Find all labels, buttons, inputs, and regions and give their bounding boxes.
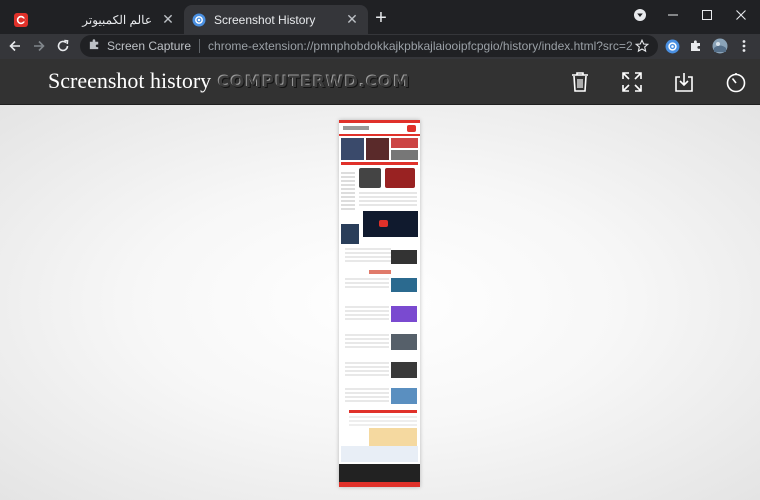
thumb-sidebar-text bbox=[341, 172, 355, 212]
thumb-article-text bbox=[345, 334, 389, 348]
thumb-article-image bbox=[391, 306, 417, 322]
thumb-youtube-logo bbox=[379, 220, 388, 227]
address-bar[interactable]: Screen Capture chrome-extension://pmnpho… bbox=[80, 35, 658, 57]
thumb-footer-bar bbox=[339, 482, 420, 487]
screenshot-stage bbox=[0, 105, 760, 500]
chrome-menu-icon[interactable] bbox=[734, 36, 754, 56]
url-origin-chip: Screen Capture bbox=[107, 39, 192, 53]
site-watermark: COMPUTERWD.COM bbox=[218, 72, 411, 91]
profile-menu-icon[interactable] bbox=[623, 0, 657, 30]
thumb-article-image bbox=[391, 278, 417, 292]
thumb-nav bbox=[343, 126, 369, 130]
thumb-hero-image bbox=[391, 138, 418, 148]
profile-avatar-icon[interactable] bbox=[710, 36, 730, 56]
thumb-menu-bar bbox=[339, 134, 420, 136]
thumb-article-text bbox=[345, 278, 389, 290]
thumb-article-text bbox=[345, 248, 391, 262]
tab-strip: عالم الكمبيوتر ✕ Screenshot History ✕ + bbox=[0, 0, 760, 34]
delete-icon[interactable] bbox=[566, 68, 594, 96]
thumb-article-image bbox=[391, 362, 417, 378]
thumb-product-image bbox=[385, 168, 415, 188]
screen-capture-extension-icon[interactable] bbox=[662, 36, 682, 56]
thumb-product-image bbox=[359, 168, 381, 188]
browser-toolbar: Screen Capture chrome-extension://pmnpho… bbox=[0, 34, 760, 59]
tab-title: عالم الكمبيوتر bbox=[82, 12, 152, 27]
back-button[interactable] bbox=[4, 35, 26, 57]
extensions-puzzle-icon[interactable] bbox=[686, 36, 706, 56]
forward-button[interactable] bbox=[28, 35, 50, 57]
timer-icon[interactable] bbox=[722, 68, 750, 96]
thumb-article-text bbox=[345, 388, 389, 402]
close-icon[interactable] bbox=[724, 0, 758, 30]
thumb-youtube-banner bbox=[363, 211, 418, 237]
extension-puzzle-icon bbox=[88, 38, 101, 54]
thumb-hero-image bbox=[366, 138, 389, 160]
fullscreen-icon[interactable] bbox=[618, 68, 646, 96]
thumb-widget bbox=[341, 446, 418, 462]
tab-screenshot-history[interactable]: Screenshot History ✕ bbox=[184, 5, 368, 34]
thumb-topbar bbox=[339, 120, 420, 123]
maximize-icon[interactable] bbox=[690, 0, 724, 30]
app-header: Screenshot history COMPUTERWD.COM bbox=[0, 59, 760, 105]
thumb-article-title bbox=[369, 270, 391, 274]
thumb-section-bar bbox=[341, 162, 418, 165]
thumb-logo bbox=[407, 125, 416, 132]
reload-button[interactable] bbox=[52, 35, 74, 57]
thumb-article-image bbox=[391, 334, 417, 350]
tab-computerwd[interactable]: عالم الكمبيوتر ✕ bbox=[6, 5, 184, 34]
thumb-article-text bbox=[345, 306, 389, 320]
screenshot-thumbnail[interactable] bbox=[339, 120, 420, 487]
thumb-article-image bbox=[391, 388, 417, 404]
download-icon[interactable] bbox=[670, 68, 698, 96]
close-tab-icon[interactable]: ✕ bbox=[344, 11, 360, 28]
thumb-article-text bbox=[345, 362, 389, 376]
minimize-icon[interactable] bbox=[656, 0, 690, 30]
thumb-hero-image bbox=[391, 150, 418, 160]
computerwd-favicon bbox=[14, 12, 28, 27]
new-tab-button[interactable]: + bbox=[371, 8, 391, 29]
thumb-hero-image bbox=[341, 138, 364, 160]
page-title: Screenshot history bbox=[48, 68, 212, 93]
bookmark-star-icon[interactable] bbox=[632, 39, 652, 53]
tab-title: Screenshot History bbox=[214, 12, 316, 27]
thumb-article-image bbox=[391, 250, 417, 264]
thumb-side-image bbox=[341, 224, 359, 244]
thumb-footer bbox=[339, 464, 420, 482]
url-text[interactable]: chrome-extension://pmnphobdokkajkpbkajla… bbox=[200, 39, 632, 53]
thumb-article-text bbox=[349, 416, 417, 426]
thumb-article-text bbox=[359, 192, 417, 208]
thumb-section-bar bbox=[349, 410, 417, 413]
close-tab-icon[interactable]: ✕ bbox=[160, 11, 176, 28]
screen-capture-favicon bbox=[192, 13, 206, 27]
thumb-ad-box bbox=[369, 428, 417, 448]
